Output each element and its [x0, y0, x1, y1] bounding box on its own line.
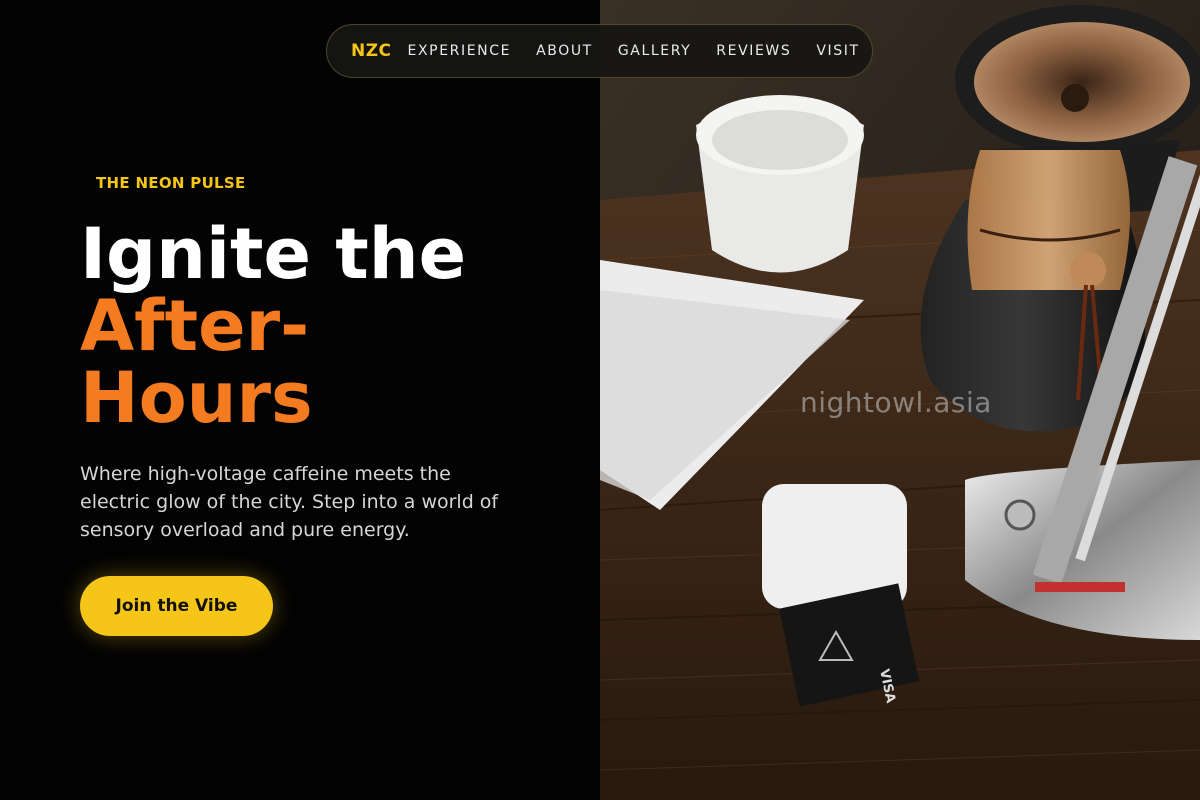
nav-item-gallery[interactable]: GALLERY — [618, 43, 691, 59]
join-the-vibe-button[interactable]: Join the Vibe — [80, 576, 273, 636]
hero-headline: Ignite the After- Hours — [80, 218, 466, 434]
photo-watermark: nightowl.asia — [800, 386, 992, 419]
hero-left-panel: THE NEON PULSE Ignite the After- Hours W… — [0, 0, 600, 800]
nav-item-visit[interactable]: VISIT — [816, 43, 859, 59]
site-logo[interactable]: NZC — [351, 41, 392, 61]
headline-line-3: Hours — [80, 357, 313, 439]
hero-eyebrow: THE NEON PULSE — [96, 174, 246, 192]
hero-description: Where high-voltage caffeine meets the el… — [80, 463, 499, 541]
main-navigation: NZC EXPERIENCE ABOUT GALLERY REVIEWS VIS… — [326, 24, 873, 78]
nav-item-about[interactable]: ABOUT — [536, 43, 593, 59]
headline-line-1: Ignite the — [80, 213, 467, 295]
headline-line-2: After- — [80, 285, 310, 367]
hero-photo: VISA nightowl.asia — [600, 0, 1200, 800]
nav-item-experience[interactable]: EXPERIENCE — [408, 43, 512, 59]
nav-item-reviews[interactable]: REVIEWS — [716, 43, 791, 59]
